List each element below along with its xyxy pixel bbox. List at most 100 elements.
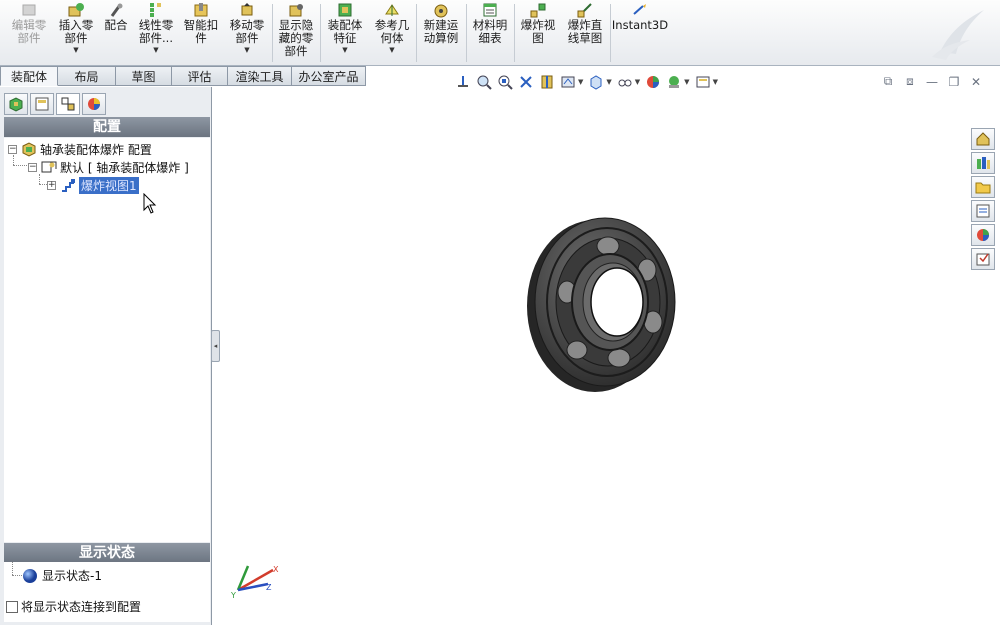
move-component-icon	[241, 3, 253, 16]
edit-component-button[interactable]: 编辑零部件	[6, 2, 52, 64]
display-manager-tab[interactable]	[82, 93, 106, 115]
tab-office-products[interactable]: 办公室产品	[292, 66, 366, 86]
property-manager-tab[interactable]	[30, 93, 54, 115]
link-display-states-option[interactable]: 将显示状态连接到配置	[6, 598, 141, 615]
window-controls: ⧉ ⧈ — ❐ ✕	[880, 74, 984, 90]
minimize-icon[interactable]: —	[924, 74, 940, 89]
apply-scene-icon[interactable]	[666, 74, 682, 90]
command-manager-tabs: 装配体 布局 草图 评估 渲染工具 办公室产品	[0, 66, 370, 86]
property-manager-icon	[35, 97, 49, 111]
folder-icon	[975, 182, 991, 194]
insert-components-icon	[68, 3, 84, 17]
tree-config-item[interactable]: − 默认 [ 轴承装配体爆炸 ]	[28, 158, 189, 176]
custom-properties-tab[interactable]	[971, 248, 995, 270]
mate-button[interactable]: 配合	[100, 2, 132, 64]
move-component-button[interactable]: 移动零部件 ▼	[224, 2, 270, 64]
tab-layout[interactable]: 布局	[58, 66, 116, 86]
tree-line	[12, 562, 13, 575]
custom-properties-icon	[976, 253, 990, 266]
ribbon-separator	[514, 4, 515, 62]
expand-toggle[interactable]: +	[47, 180, 56, 190]
tab-sketch[interactable]: 草图	[116, 66, 172, 86]
hide-show-items-icon[interactable]	[617, 74, 633, 90]
reference-geometry-button[interactable]: 参考几何体 ▼	[370, 2, 414, 64]
chevron-down-icon[interactable]: ▼	[153, 46, 158, 54]
mouse-cursor-icon	[143, 193, 157, 214]
collapse-toggle[interactable]: −	[28, 162, 37, 172]
view-settings-icon[interactable]	[695, 74, 711, 90]
new-motion-study-button[interactable]: 新建运动算例	[418, 2, 464, 64]
chevron-down-icon[interactable]: ▼	[389, 46, 394, 54]
configuration-manager-tab[interactable]	[56, 93, 80, 115]
tree-explode-view-item[interactable]: + 爆炸视图1	[47, 176, 139, 194]
assembly-features-button[interactable]: 装配体特征 ▼	[322, 2, 368, 64]
chevron-down-icon[interactable]: ▼	[713, 78, 718, 86]
show-hidden-icon	[289, 4, 303, 17]
bill-of-materials-button[interactable]: 材料明细表	[468, 2, 512, 64]
appearances-tab[interactable]	[971, 224, 995, 246]
ribbon-separator	[416, 4, 417, 62]
home-icon	[976, 132, 990, 146]
tab-evaluate[interactable]: 评估	[172, 66, 228, 86]
tree-line	[12, 575, 22, 576]
mate-icon	[110, 3, 123, 17]
exploded-view-icon	[62, 179, 75, 192]
chevron-down-icon[interactable]: ▼	[342, 46, 347, 54]
display-style-icon[interactable]	[588, 74, 604, 90]
edit-component-icon	[22, 4, 36, 16]
command-manager-ribbon: 编辑零部件 插入零部件 ▼ 配合 线性零部件... ▼ 智能扣件 移动零部件 ▼…	[0, 0, 1000, 66]
tab-render-tools[interactable]: 渲染工具	[228, 66, 292, 86]
instant3d-button[interactable]: Instant3D	[612, 2, 668, 64]
triad-z-label: Z	[266, 583, 272, 592]
close-icon[interactable]: ✕	[968, 74, 984, 89]
ribbon-separator	[610, 4, 611, 62]
chevron-down-icon[interactable]: ▼	[606, 78, 611, 86]
edit-appearance-icon[interactable]	[645, 74, 661, 90]
panel-collapse-handle[interactable]: ◂	[211, 330, 220, 362]
tab-assembly[interactable]: 装配体	[0, 66, 58, 86]
zoom-to-area-icon[interactable]	[497, 74, 513, 90]
bearing-model	[527, 217, 676, 392]
restore-icon[interactable]: ❐	[946, 74, 962, 89]
link-display-states-checkbox[interactable]	[6, 600, 18, 613]
display-state-icon	[23, 568, 37, 583]
feature-manager-tab[interactable]	[4, 93, 28, 115]
view-palette-tab[interactable]	[971, 200, 995, 222]
configuration-manager-panel: 配置 − 轴承装配体爆炸 配置 − 默认 [ 轴承装配体爆炸 ] + 爆炸视图1…	[0, 87, 212, 625]
chevron-down-icon[interactable]: ▼	[684, 78, 689, 86]
exploded-view-button[interactable]: 爆炸视图	[516, 2, 560, 64]
tile-right-icon[interactable]: ⧈	[902, 74, 918, 89]
file-explorer-tab[interactable]	[971, 176, 995, 198]
view-palette-icon	[976, 204, 990, 218]
show-hidden-components-button[interactable]: 显示隐藏的零部件	[274, 2, 318, 64]
insert-components-button[interactable]: 插入零部件 ▼	[54, 2, 98, 64]
collapse-toggle[interactable]: −	[8, 144, 17, 154]
display-state-item[interactable]: 显示状态-1	[22, 567, 102, 584]
chevron-down-icon[interactable]: ▼	[635, 78, 640, 86]
chevron-down-icon[interactable]: ▼	[73, 46, 78, 54]
assembly-features-icon	[338, 3, 352, 17]
configuration-tree: − 轴承装配体爆炸 配置 − 默认 [ 轴承装配体爆炸 ] + 爆炸视图1	[4, 138, 210, 542]
design-library-tab[interactable]	[971, 152, 995, 174]
explode-line-sketch-button[interactable]: 爆炸直线草图	[562, 2, 608, 64]
dynamic-annotation-icon[interactable]	[560, 74, 576, 90]
chevron-down-icon[interactable]: ▼	[244, 46, 249, 54]
zoom-to-fit-icon[interactable]	[476, 74, 492, 90]
tree-root-item[interactable]: − 轴承装配体爆炸 配置	[8, 140, 152, 158]
linear-pattern-button[interactable]: 线性零部件... ▼	[134, 2, 178, 64]
section-view-icon[interactable]	[539, 74, 555, 90]
smart-fasteners-icon	[194, 3, 208, 17]
design-library-icon	[977, 157, 990, 169]
smart-fasteners-button[interactable]: 智能扣件	[180, 2, 222, 64]
previous-view-icon[interactable]	[518, 74, 534, 90]
configuration-header: 配置	[4, 117, 210, 137]
task-pane-tabs	[971, 128, 996, 270]
assembly-icon	[22, 142, 36, 157]
solidworks-resources-tab[interactable]	[971, 128, 995, 150]
ds-logo-icon	[932, 10, 984, 60]
view-orientation-icon[interactable]	[455, 74, 471, 90]
manager-tabs	[4, 93, 106, 115]
display-state-header: 显示状态	[4, 543, 210, 563]
chevron-down-icon[interactable]: ▼	[578, 78, 583, 86]
tile-left-icon[interactable]: ⧉	[880, 74, 896, 89]
